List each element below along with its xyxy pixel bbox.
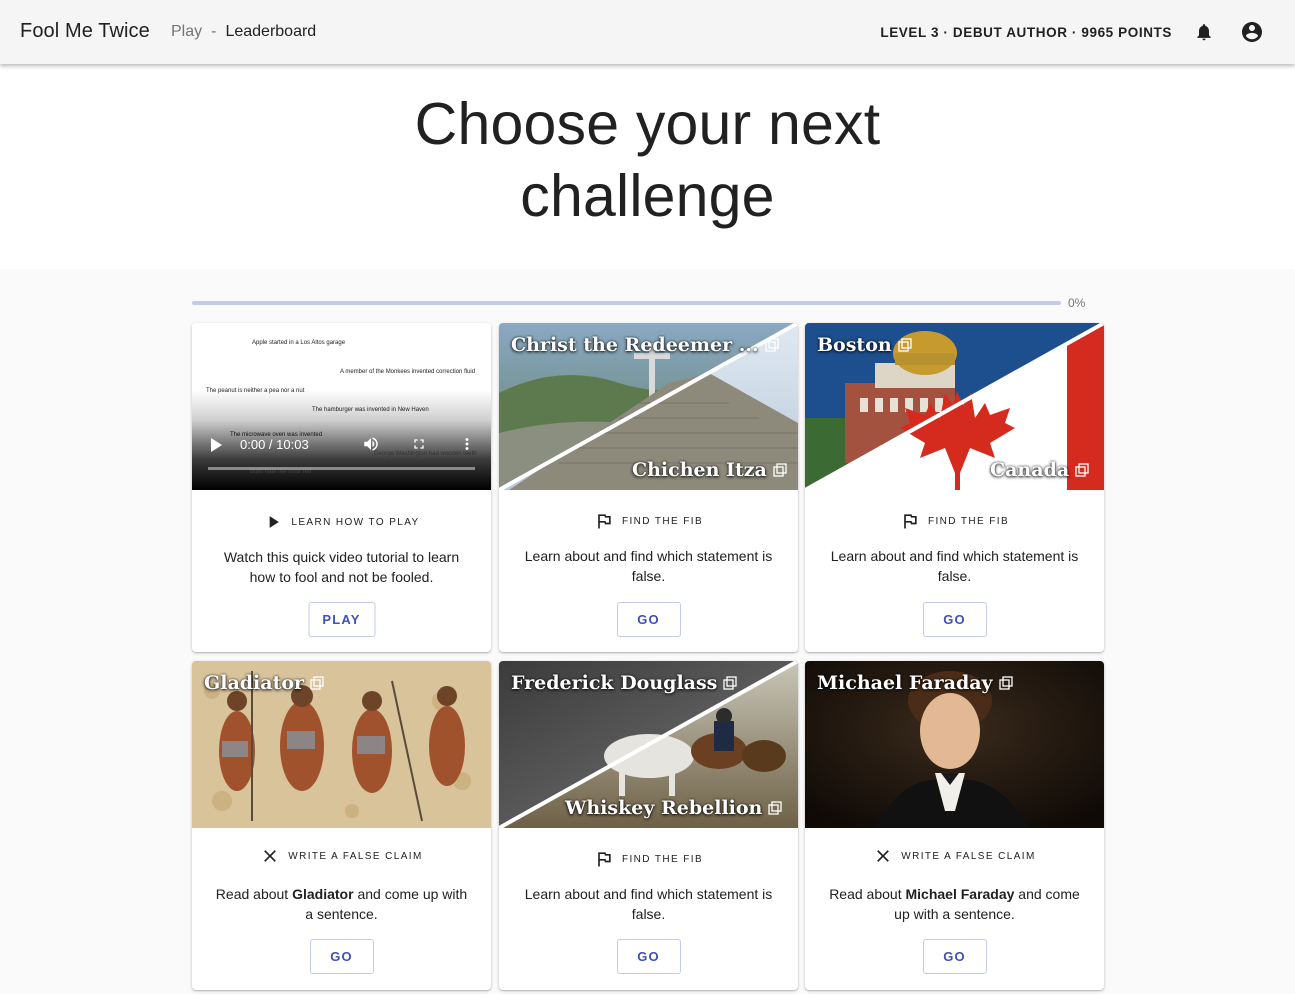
card-body: FIND THE FIB Learn about and find which …	[499, 511, 798, 586]
card-find-fib-2: Boston Canada FIND THE FIB Learn about a…	[805, 323, 1104, 652]
account-circle-icon[interactable]	[1240, 20, 1264, 44]
topic-title[interactable]: Gladiator	[204, 672, 324, 694]
video-play-icon[interactable]	[209, 437, 223, 453]
topic-a-title[interactable]: Boston	[817, 334, 912, 356]
open-in-new-icon	[723, 676, 738, 690]
video-line: A member of the Monkees invented correct…	[340, 369, 476, 375]
card-description: Read about Gladiator and come up with a …	[215, 886, 468, 922]
card-kind: FIND THE FIB	[499, 849, 798, 869]
close-x-icon	[260, 846, 280, 866]
card-kind-label: LEARN HOW TO PLAY	[291, 516, 420, 528]
go-button[interactable]: GO	[309, 939, 374, 974]
flag-icon	[594, 511, 614, 531]
open-in-new-icon	[310, 676, 324, 690]
card-description: Learn about and find which statement is …	[524, 548, 773, 584]
card-description: Watch this quick video tutorial to learn…	[223, 549, 460, 585]
card-description: Learn about and find which statement is …	[830, 548, 1079, 584]
card-kind-label: WRITE A FALSE CLAIM	[288, 850, 423, 862]
main-nav: Play - Leaderboard	[171, 23, 316, 41]
open-in-new-icon	[998, 676, 1013, 690]
go-button[interactable]: GO	[616, 939, 681, 974]
topic-a-title[interactable]: Frederick Douglass	[511, 672, 738, 694]
topic-b-title[interactable]: Whiskey Rebellion	[565, 797, 783, 819]
open-in-new-icon	[773, 463, 787, 477]
video-scrubber[interactable]	[208, 467, 475, 470]
nav-separator: -	[211, 23, 217, 40]
card-write-claim-1: Gladiator WRITE A FALSE CLAIM Read about…	[192, 661, 491, 990]
card-body: FIND THE FIB Learn about and find which …	[805, 511, 1104, 586]
card-image: Michael Faraday	[805, 661, 1104, 828]
topic-b-title[interactable]: Canada	[990, 459, 1089, 481]
progress-label: 0%	[1068, 296, 1086, 310]
video-line: Apple started in a Los Altos garage	[252, 340, 346, 346]
card-tutorial: Apple started in a Los Altos garage A me…	[192, 323, 491, 652]
flag-icon	[900, 511, 920, 531]
fullscreen-icon[interactable]	[411, 436, 427, 452]
play-arrow-icon	[263, 512, 283, 532]
play-button[interactable]: PLAY	[308, 602, 375, 637]
more-vert-icon[interactable]	[458, 435, 476, 453]
card-image-split: Boston Canada	[805, 323, 1104, 490]
topic-b-title[interactable]: Chichen Itza	[632, 459, 787, 481]
card-body: WRITE A FALSE CLAIM Read about Michael F…	[805, 846, 1104, 924]
card-kind-label: WRITE A FALSE CLAIM	[901, 850, 1036, 862]
volume-icon[interactable]	[362, 435, 380, 453]
card-image-split: Christ the Redeemer ... Chichen Itza	[499, 323, 798, 490]
topic-a-title[interactable]: Christ the Redeemer ...	[511, 334, 779, 356]
card-find-fib-1: Christ the Redeemer ... Chichen Itza FIN…	[499, 323, 798, 652]
progress-bar	[192, 301, 1061, 305]
card-kind: LEARN HOW TO PLAY	[192, 512, 491, 532]
topic-name: Michael Faraday	[905, 886, 1015, 902]
open-in-new-icon	[1075, 463, 1089, 477]
video-line: The peanut is neither a pea nor a nut	[206, 388, 305, 394]
nav-leaderboard-link[interactable]: Leaderboard	[225, 23, 316, 41]
close-x-icon	[873, 846, 893, 866]
app-title[interactable]: Fool Me Twice	[20, 20, 150, 43]
bell-icon[interactable]	[1192, 20, 1216, 44]
open-in-new-icon	[768, 801, 783, 815]
card-image-split: Frederick Douglass Whiskey Rebellion	[499, 661, 798, 828]
card-image: Gladiator	[192, 661, 491, 828]
card-description: Learn about and find which statement is …	[524, 886, 773, 922]
go-button[interactable]: GO	[922, 602, 987, 637]
topic-name: Gladiator	[292, 886, 354, 902]
open-in-new-icon	[764, 338, 779, 352]
video-controls: 0:00 / 10:03	[192, 431, 491, 490]
card-kind: WRITE A FALSE CLAIM	[805, 846, 1104, 866]
page-title: Choose your next challenge	[414, 91, 881, 229]
go-button[interactable]: GO	[616, 602, 681, 637]
card-kind-label: FIND THE FIB	[621, 853, 704, 865]
card-write-claim-2: Michael Faraday WRITE A FALSE CLAIM Read…	[805, 661, 1104, 990]
card-kind-label: FIND THE FIB	[927, 515, 1010, 527]
card-kind: WRITE A FALSE CLAIM	[192, 846, 491, 866]
topic-title[interactable]: Michael Faraday	[817, 672, 1013, 694]
card-description: Read about Michael Faraday and come up w…	[829, 886, 1080, 922]
nav-play-link[interactable]: Play	[171, 23, 202, 41]
hero-section: Choose your next challenge	[0, 64, 1295, 269]
open-in-new-icon	[898, 338, 912, 352]
card-kind: FIND THE FIB	[805, 511, 1104, 531]
app-header: Fool Me Twice Play - Leaderboard LEVEL 3…	[0, 0, 1295, 64]
card-kind: FIND THE FIB	[499, 511, 798, 531]
card-body: FIND THE FIB Learn about and find which …	[499, 849, 798, 924]
user-status: LEVEL 3 · DEBUT AUTHOR · 9965 POINTS	[880, 25, 1172, 40]
tutorial-video[interactable]: Apple started in a Los Altos garage A me…	[192, 323, 491, 490]
flag-icon	[594, 849, 614, 869]
card-body: WRITE A FALSE CLAIM Read about Gladiator…	[192, 846, 491, 924]
card-body: LEARN HOW TO PLAY Watch this quick video…	[192, 512, 491, 587]
card-kind-label: FIND THE FIB	[621, 515, 704, 527]
video-line: The hamburger was invented in New Haven	[312, 407, 429, 413]
go-button[interactable]: GO	[922, 939, 987, 974]
card-find-fib-3: Frederick Douglass Whiskey Rebellion FIN…	[499, 661, 798, 990]
video-time: 0:00 / 10:03	[240, 437, 309, 452]
